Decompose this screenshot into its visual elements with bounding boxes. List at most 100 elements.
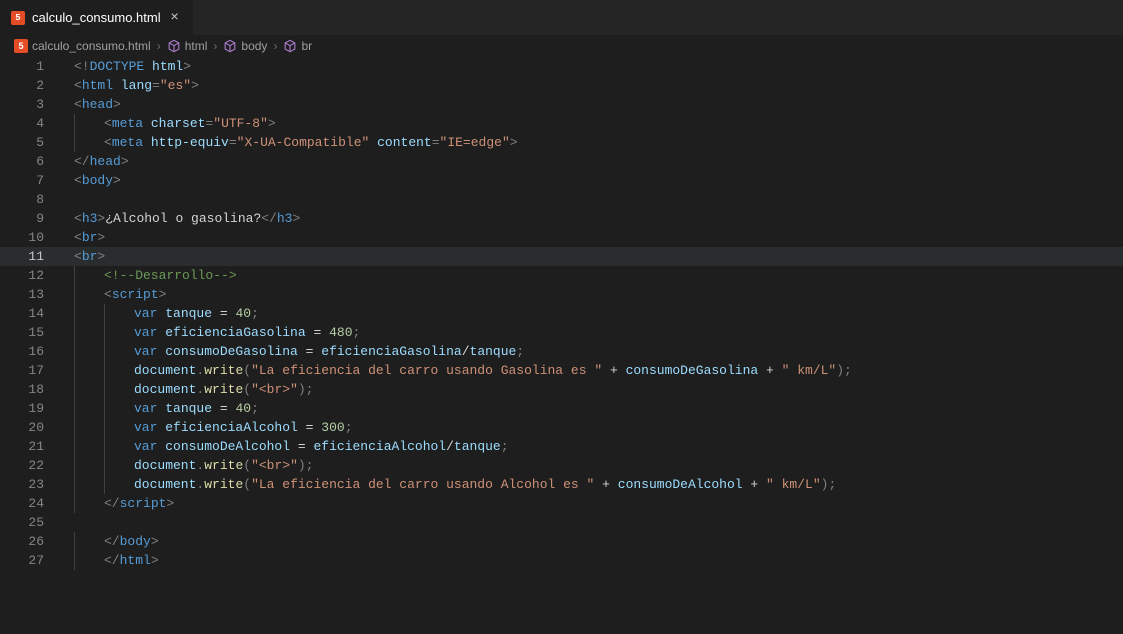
breadcrumb-item[interactable]: 5 calculo_consumo.html	[14, 39, 151, 53]
code-line[interactable]: 17document.write("La eficiencia del carr…	[0, 361, 1123, 380]
code-line[interactable]: 5<meta http-equiv="X-UA-Compatible" cont…	[0, 133, 1123, 152]
code-line[interactable]: 11<br>	[0, 247, 1123, 266]
breadcrumb-label: calculo_consumo.html	[32, 39, 151, 53]
tab-filename: calculo_consumo.html	[32, 10, 161, 25]
code-content: <body>	[62, 171, 1123, 190]
cube-icon	[223, 39, 237, 53]
code-content: var eficienciaAlcohol = 300;	[62, 418, 1123, 437]
line-number: 14	[0, 304, 62, 323]
code-content: var consumoDeGasolina = eficienciaGasoli…	[62, 342, 1123, 361]
line-number: 18	[0, 380, 62, 399]
cube-icon	[283, 39, 297, 53]
code-content: <meta charset="UTF-8">	[62, 114, 1123, 133]
code-content	[62, 513, 1123, 532]
chevron-right-icon: ›	[273, 39, 277, 53]
line-number: 12	[0, 266, 62, 285]
code-content: document.write("<br>");	[62, 380, 1123, 399]
code-content: <br>	[62, 247, 1123, 266]
code-line[interactable]: 24</script>	[0, 494, 1123, 513]
breadcrumb-label: br	[301, 39, 312, 53]
code-editor[interactable]: 1<!DOCTYPE html>2<html lang="es">3<head>…	[0, 57, 1123, 634]
line-number: 15	[0, 323, 62, 342]
line-number: 3	[0, 95, 62, 114]
breadcrumb-item[interactable]: br	[283, 39, 312, 53]
code-content: <script>	[62, 285, 1123, 304]
html5-icon: 5	[10, 10, 26, 26]
tab-active[interactable]: 5 calculo_consumo.html ×	[0, 0, 194, 35]
code-content: var tanque = 40;	[62, 304, 1123, 323]
code-line[interactable]: 22document.write("<br>");	[0, 456, 1123, 475]
code-line[interactable]: 25	[0, 513, 1123, 532]
line-number: 16	[0, 342, 62, 361]
code-line[interactable]: 8	[0, 190, 1123, 209]
code-content: <h3>¿Alcohol o gasolina?</h3>	[62, 209, 1123, 228]
code-content: document.write("La eficiencia del carro …	[62, 475, 1123, 494]
line-number: 25	[0, 513, 62, 532]
code-line[interactable]: 7<body>	[0, 171, 1123, 190]
code-line[interactable]: 14var tanque = 40;	[0, 304, 1123, 323]
code-line[interactable]: 10<br>	[0, 228, 1123, 247]
line-number: 6	[0, 152, 62, 171]
code-content: var eficienciaGasolina = 480;	[62, 323, 1123, 342]
line-number: 2	[0, 76, 62, 95]
code-line[interactable]: 21var consumoDeAlcohol = eficienciaAlcoh…	[0, 437, 1123, 456]
breadcrumb-item[interactable]: html	[167, 39, 208, 53]
breadcrumb: 5 calculo_consumo.html › html › body › br	[0, 35, 1123, 57]
code-line[interactable]: 6</head>	[0, 152, 1123, 171]
code-line[interactable]: 9<h3>¿Alcohol o gasolina?</h3>	[0, 209, 1123, 228]
line-number: 8	[0, 190, 62, 209]
line-number: 17	[0, 361, 62, 380]
line-number: 9	[0, 209, 62, 228]
breadcrumb-item[interactable]: body	[223, 39, 267, 53]
code-line[interactable]: 3<head>	[0, 95, 1123, 114]
breadcrumb-label: html	[185, 39, 208, 53]
line-number: 27	[0, 551, 62, 570]
line-number: 11	[0, 247, 62, 266]
code-content: <!DOCTYPE html>	[62, 57, 1123, 76]
line-number: 1	[0, 57, 62, 76]
line-number: 5	[0, 133, 62, 152]
line-number: 22	[0, 456, 62, 475]
chevron-right-icon: ›	[157, 39, 161, 53]
breadcrumb-label: body	[241, 39, 267, 53]
close-icon[interactable]: ×	[167, 10, 183, 26]
code-content: </html>	[62, 551, 1123, 570]
code-line[interactable]: 19var tanque = 40;	[0, 399, 1123, 418]
code-line[interactable]: 4<meta charset="UTF-8">	[0, 114, 1123, 133]
code-content	[62, 190, 1123, 209]
line-number: 20	[0, 418, 62, 437]
code-content: <meta http-equiv="X-UA-Compatible" conte…	[62, 133, 1123, 152]
code-content: var consumoDeAlcohol = eficienciaAlcohol…	[62, 437, 1123, 456]
code-line[interactable]: 15var eficienciaGasolina = 480;	[0, 323, 1123, 342]
code-line[interactable]: 2<html lang="es">	[0, 76, 1123, 95]
cube-icon	[167, 39, 181, 53]
code-content: <html lang="es">	[62, 76, 1123, 95]
code-line[interactable]: 26</body>	[0, 532, 1123, 551]
code-line[interactable]: 20var eficienciaAlcohol = 300;	[0, 418, 1123, 437]
html5-icon: 5	[14, 39, 28, 53]
code-content: <!--Desarrollo-->	[62, 266, 1123, 285]
code-line[interactable]: 1<!DOCTYPE html>	[0, 57, 1123, 76]
line-number: 21	[0, 437, 62, 456]
code-content: <head>	[62, 95, 1123, 114]
code-content: var tanque = 40;	[62, 399, 1123, 418]
code-content: </body>	[62, 532, 1123, 551]
line-number: 26	[0, 532, 62, 551]
line-number: 7	[0, 171, 62, 190]
code-content: </head>	[62, 152, 1123, 171]
code-line[interactable]: 18document.write("<br>");	[0, 380, 1123, 399]
code-line[interactable]: 27</html>	[0, 551, 1123, 570]
line-number: 24	[0, 494, 62, 513]
line-number: 13	[0, 285, 62, 304]
code-line[interactable]: 13<script>	[0, 285, 1123, 304]
code-line[interactable]: 12<!--Desarrollo-->	[0, 266, 1123, 285]
code-line[interactable]: 23document.write("La eficiencia del carr…	[0, 475, 1123, 494]
line-number: 23	[0, 475, 62, 494]
tab-bar: 5 calculo_consumo.html ×	[0, 0, 1123, 35]
code-content: document.write("La eficiencia del carro …	[62, 361, 1123, 380]
line-number: 10	[0, 228, 62, 247]
code-line[interactable]: 16var consumoDeGasolina = eficienciaGaso…	[0, 342, 1123, 361]
chevron-right-icon: ›	[213, 39, 217, 53]
code-content: <br>	[62, 228, 1123, 247]
line-number: 4	[0, 114, 62, 133]
